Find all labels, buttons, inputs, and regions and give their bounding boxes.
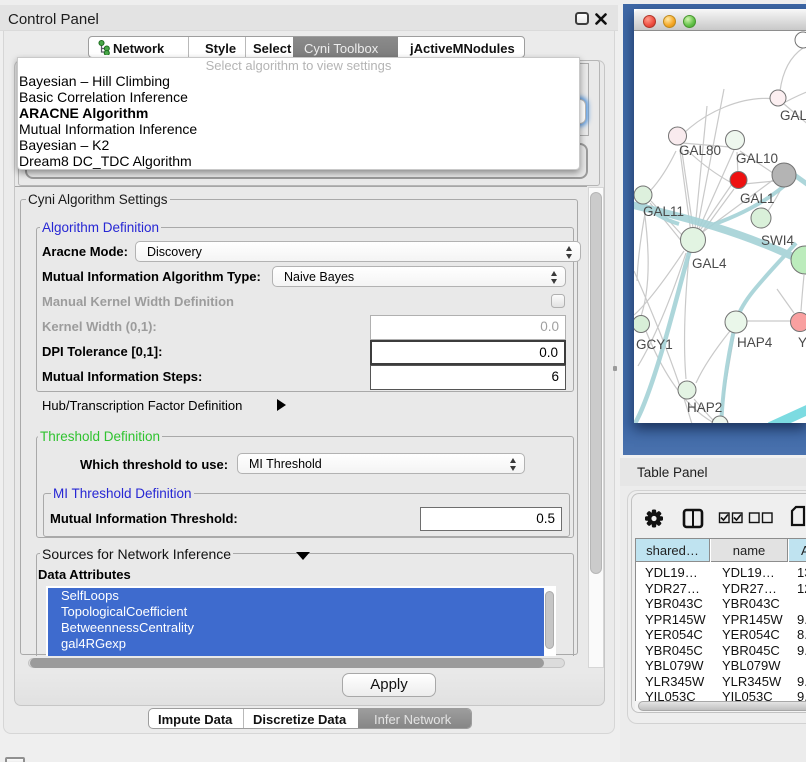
- svg-text:GCY1: GCY1: [636, 337, 673, 352]
- svg-text:GAL80: GAL80: [679, 143, 721, 158]
- svg-text:Y: Y: [798, 335, 806, 350]
- svg-text:GAL1: GAL1: [740, 191, 775, 206]
- svg-text:GAL4: GAL4: [692, 256, 727, 271]
- svg-text:HAP4: HAP4: [737, 335, 773, 350]
- svg-text:GAL11: GAL11: [643, 204, 684, 219]
- svg-text:GAL: GAL: [780, 108, 806, 123]
- svg-text:HAP2: HAP2: [687, 400, 722, 415]
- svg-text:SWI4: SWI4: [761, 233, 794, 248]
- svg-text:GAL10: GAL10: [736, 151, 778, 166]
